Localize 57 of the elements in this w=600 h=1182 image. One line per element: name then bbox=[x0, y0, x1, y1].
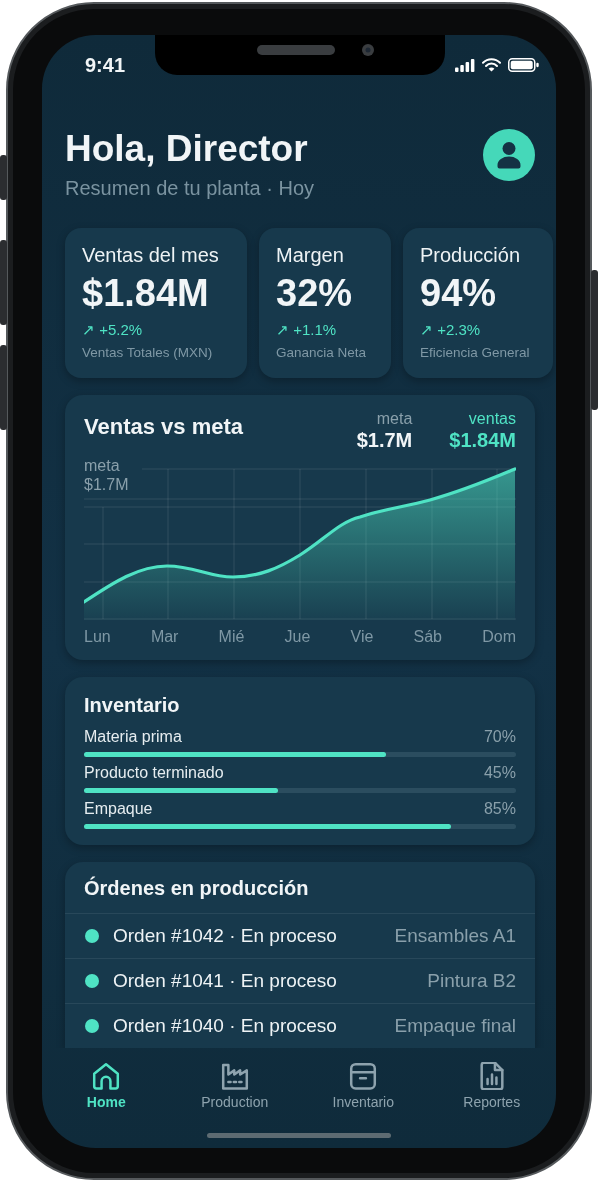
chart-title: Ventas vs meta bbox=[84, 414, 243, 440]
inventory-percent: 45% bbox=[483, 763, 516, 783]
order-label: Orden #1041 · En proceso bbox=[113, 969, 337, 993]
order-location: Ensambles A1 bbox=[394, 924, 516, 948]
frame-side-key bbox=[0, 155, 7, 200]
kpi-caption: Ganancia Neta bbox=[276, 344, 368, 362]
order-location: Pintura B2 bbox=[427, 969, 516, 993]
axis-label: Lun bbox=[84, 627, 111, 647]
axis-label: Mar bbox=[150, 627, 179, 647]
greeting-title: Hola, Director bbox=[65, 127, 309, 171]
battery-icon bbox=[508, 58, 539, 72]
greeting-subtitle: Resumen de tu planta · Hoy bbox=[65, 176, 315, 200]
tab-bar-item[interactable]: Home bbox=[82, 1060, 130, 1111]
inventory-label: Producto terminado bbox=[84, 763, 224, 783]
order-label: Orden #1040 · En proceso bbox=[113, 1014, 337, 1038]
legend-value: $1.84M bbox=[449, 429, 516, 451]
report-icon bbox=[477, 1062, 506, 1090]
legend-value: $1.7M bbox=[356, 429, 413, 451]
kpi-caption: Eficiencia General bbox=[420, 344, 531, 362]
box-icon bbox=[349, 1062, 378, 1090]
order-location: Empaque final bbox=[394, 1014, 516, 1038]
front-camera-icon bbox=[362, 44, 374, 56]
kpi-change: ↗ +5.2% bbox=[82, 320, 144, 340]
inventory-label: Empaque bbox=[84, 799, 153, 819]
tab-bar-item[interactable]: Reportes bbox=[459, 1060, 525, 1111]
kpi-title: Ventas del mes bbox=[82, 243, 220, 267]
factory-icon bbox=[220, 1062, 249, 1090]
inventory-percent: 85% bbox=[483, 799, 516, 819]
orders-title: Órdenes en producción bbox=[83, 875, 310, 901]
kpi-caption: Ventas Totales (MXN) bbox=[82, 344, 214, 362]
axis-label: Dom bbox=[482, 627, 516, 647]
inventory-percent: 70% bbox=[483, 727, 516, 747]
goal-value: $1.7M bbox=[84, 475, 129, 494]
order-label: Orden #1042 · En proceso bbox=[113, 924, 337, 948]
wifi-icon bbox=[482, 58, 501, 72]
home-icon bbox=[92, 1062, 121, 1090]
legend-label: ventas bbox=[468, 409, 516, 429]
axis-label: Vie bbox=[350, 627, 374, 647]
kpi-title: Producción bbox=[420, 243, 522, 267]
kpi-value: 94% bbox=[420, 271, 498, 315]
signal-icon bbox=[455, 58, 475, 72]
status-time: 9:41 bbox=[85, 53, 126, 77]
inventory-label: Materia prima bbox=[84, 727, 182, 747]
tab-bar-item[interactable]: Production bbox=[197, 1060, 273, 1111]
goal-label: meta bbox=[84, 456, 121, 475]
kpi-value: 32% bbox=[276, 271, 354, 315]
inventory-title: Inventario bbox=[84, 693, 181, 717]
tab-bar-item[interactable]: Inventario bbox=[328, 1060, 398, 1111]
legend-label: meta bbox=[376, 409, 413, 429]
kpi-title: Margen bbox=[276, 243, 345, 267]
axis-label: Mié bbox=[218, 627, 245, 647]
kpi-value: $1.84M bbox=[82, 271, 210, 315]
axis-label: Jue bbox=[284, 627, 311, 647]
kpi-change: ↗ +2.3% bbox=[420, 320, 482, 340]
axis-label: Sáb bbox=[413, 627, 442, 647]
kpi-change: ↗ +1.1% bbox=[276, 320, 338, 340]
avatar-icon[interactable] bbox=[483, 129, 535, 181]
